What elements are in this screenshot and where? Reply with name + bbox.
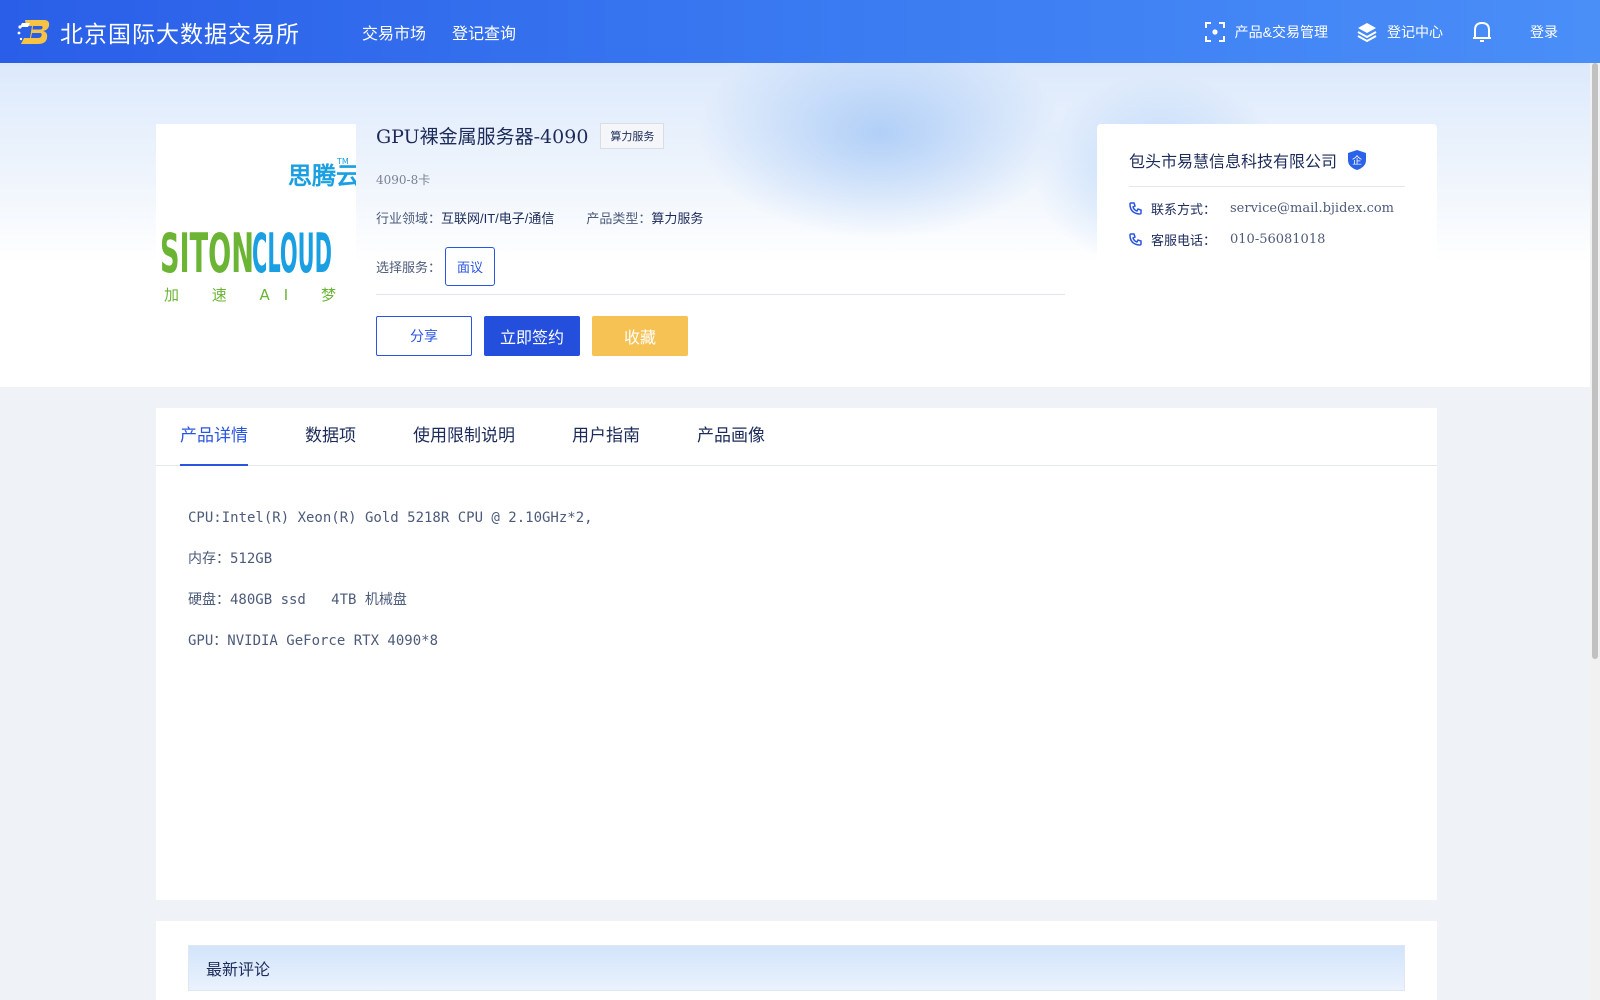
right-nav: 产品&交易管理 登记中心 登录: [1176, 0, 1558, 63]
product-info: GPU裸金属服务器-4090 算力服务 4090-8卡 行业领域：互联网/IT/…: [376, 122, 1066, 286]
industry-value: 互联网/IT/电子/通信: [441, 211, 555, 226]
login-link[interactable]: 登录: [1530, 22, 1558, 42]
divider: [376, 294, 1065, 295]
brand-name: 北京国际大数据交易所: [60, 21, 300, 48]
product-subtitle: 4090-8卡: [376, 173, 431, 187]
tab-usage-restrictions[interactable]: 使用限制说明: [413, 408, 515, 465]
notification-bell[interactable]: [1471, 20, 1502, 44]
industry-label: 行业领域：: [376, 211, 442, 226]
phone-icon: [1129, 202, 1142, 215]
reviews-card: 最新评论: [156, 921, 1437, 1000]
type-label: 产品类型：: [586, 211, 652, 226]
detail-memory: 内存：512GB: [188, 551, 273, 567]
detail-cpu: CPU:Intel(R) Xeon(R) Gold 5218R CPU @ 2.…: [188, 510, 593, 526]
enterprise-verified-icon: 企: [1348, 150, 1367, 170]
company-name[interactable]: 包头市易慧信息科技有限公司: [1129, 148, 1337, 172]
svg-text:SITON: SITON: [160, 222, 254, 285]
page-scrollbar[interactable]: [1590, 63, 1600, 1000]
scan-focus-icon: [1204, 21, 1225, 42]
contact-label: 联系方式：: [1151, 202, 1217, 217]
tab-product-details[interactable]: 产品详情: [180, 408, 248, 466]
registration-center-label: 登记中心: [1387, 23, 1443, 40]
svg-text:企: 企: [1352, 154, 1362, 167]
tab-product-profile[interactable]: 产品画像: [697, 408, 765, 465]
favorite-button[interactable]: 收藏: [592, 316, 688, 356]
action-buttons: 分享 立即签约 收藏: [376, 316, 700, 356]
bell-icon: [1473, 21, 1491, 42]
product-detail-card: 产品详情 数据项 使用限制说明 用户指南 产品画像 CPU:Intel(R) X…: [156, 408, 1437, 900]
nav-item-registration-query[interactable]: 登记查询: [452, 20, 516, 44]
tab-user-guide[interactable]: 用户指南: [572, 408, 640, 465]
type-meta: 产品类型：算力服务: [586, 208, 703, 227]
main-nav: 交易市场 登记查询: [362, 20, 542, 44]
sign-now-button[interactable]: 立即签约: [484, 316, 580, 356]
contact-email[interactable]: service@mail.bjidex.com: [1230, 201, 1394, 216]
share-button[interactable]: 分享: [376, 316, 472, 356]
industry-meta: 行业领域：互联网/IT/电子/通信: [376, 208, 554, 227]
bjidex-logo-icon: [17, 19, 50, 44]
detail-body: CPU:Intel(R) Xeon(R) Gold 5218R CPU @ 2.…: [156, 466, 1437, 694]
service-selector: 选择服务： 面议: [376, 247, 1066, 286]
service-option-negotiable[interactable]: 面议: [445, 247, 496, 286]
product-management-link[interactable]: 产品&交易管理: [1204, 21, 1328, 43]
svg-text:思腾云: 思腾云: [288, 162, 356, 190]
reviews-title: 最新评论: [188, 945, 1405, 991]
product-title: GPU裸金属服务器-4090: [376, 126, 589, 148]
company-header: 包头市易慧信息科技有限公司 企: [1129, 124, 1405, 187]
registration-center-link[interactable]: 登记中心: [1356, 21, 1443, 43]
contact-phone-row: 客服电话： 010-56081018: [1129, 230, 1405, 249]
top-navigation-bar: 北京国际大数据交易所 交易市场 登记查询 产品&交易管理 登记中心 登录: [0, 0, 1600, 63]
nav-item-market[interactable]: 交易市场: [362, 20, 426, 44]
scrollbar-thumb[interactable]: [1592, 63, 1598, 659]
company-card: 包头市易慧信息科技有限公司 企 联系方式： service@mail.bjide…: [1097, 124, 1437, 387]
category-tag: 算力服务: [600, 122, 665, 149]
svg-text:加 速 AI 梦 想: 加 速 AI 梦 想: [164, 286, 356, 304]
product-image: 思腾云 TM SITON CLOUD 加 速 AI 梦 想: [156, 124, 384, 324]
service-label: 选择服务：: [376, 260, 442, 275]
product-management-label: 产品&交易管理: [1234, 23, 1328, 40]
title-row: GPU裸金属服务器-4090 算力服务: [376, 122, 1066, 149]
phone-number[interactable]: 010-56081018: [1230, 232, 1325, 247]
phone-label: 客服电话：: [1151, 233, 1217, 248]
phone-icon: [1129, 233, 1142, 246]
svg-text:CLOUD: CLOUD: [252, 222, 332, 285]
layers-icon: [1357, 22, 1377, 42]
product-meta: 行业领域：互联网/IT/电子/通信 产品类型：算力服务: [376, 208, 1066, 227]
login-label: 登录: [1530, 23, 1558, 40]
type-value: 算力服务: [651, 211, 704, 226]
brand[interactable]: 北京国际大数据交易所: [16, 14, 300, 50]
tab-data-items[interactable]: 数据项: [305, 408, 356, 465]
svg-text:TM: TM: [336, 157, 349, 166]
detail-gpu: GPU：NVIDIA GeForce RTX 4090*8: [188, 633, 439, 649]
contact-email-row: 联系方式： service@mail.bjidex.com: [1129, 199, 1405, 218]
detail-storage: 硬盘：480GB ssd 4TB 机械盘: [188, 592, 407, 608]
sitoncloud-logo-icon: 思腾云 TM SITON CLOUD 加 速 AI 梦 想: [160, 157, 384, 304]
detail-tabs: 产品详情 数据项 使用限制说明 用户指南 产品画像: [156, 408, 1437, 466]
